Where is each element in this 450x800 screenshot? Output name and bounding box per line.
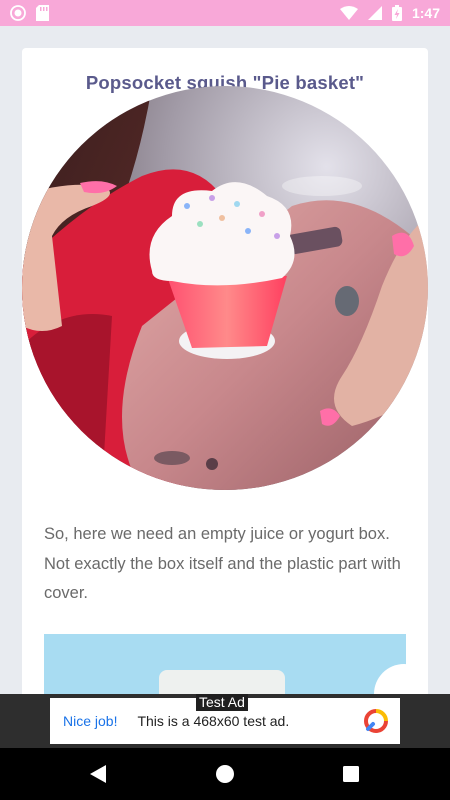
record-icon xyxy=(10,5,26,21)
home-icon xyxy=(216,765,234,783)
ad-text: This is a 468x60 test ad. xyxy=(137,713,290,729)
article-body-text: So, here we need an empty juice or yogur… xyxy=(44,525,401,602)
wifi-icon xyxy=(339,6,358,20)
home-button[interactable] xyxy=(195,748,255,800)
navigation-bar xyxy=(0,748,450,800)
status-bar: 1:47 xyxy=(0,0,450,26)
recents-button[interactable] xyxy=(321,748,381,800)
status-left xyxy=(10,5,49,21)
signal-icon xyxy=(367,6,382,20)
ad-banner[interactable]: Nice job! This is a 468x60 test ad. Test… xyxy=(0,694,450,748)
back-button[interactable] xyxy=(68,748,128,800)
battery-charging-icon xyxy=(391,5,402,21)
sd-card-icon xyxy=(36,5,49,21)
article-hero-image xyxy=(22,86,428,490)
ad-headline[interactable]: Nice job! xyxy=(63,713,117,729)
status-time: 1:47 xyxy=(411,5,440,21)
article-next-image xyxy=(44,634,406,694)
status-right: 1:47 xyxy=(339,5,440,21)
back-icon xyxy=(90,765,106,783)
recents-icon xyxy=(343,766,359,782)
ad-choices-logo-icon[interactable] xyxy=(364,709,388,733)
test-ad-label: Test Ad xyxy=(196,694,248,711)
content-scroll-area[interactable]: Popsocket squish "Pie basket" So, here w… xyxy=(0,26,450,694)
